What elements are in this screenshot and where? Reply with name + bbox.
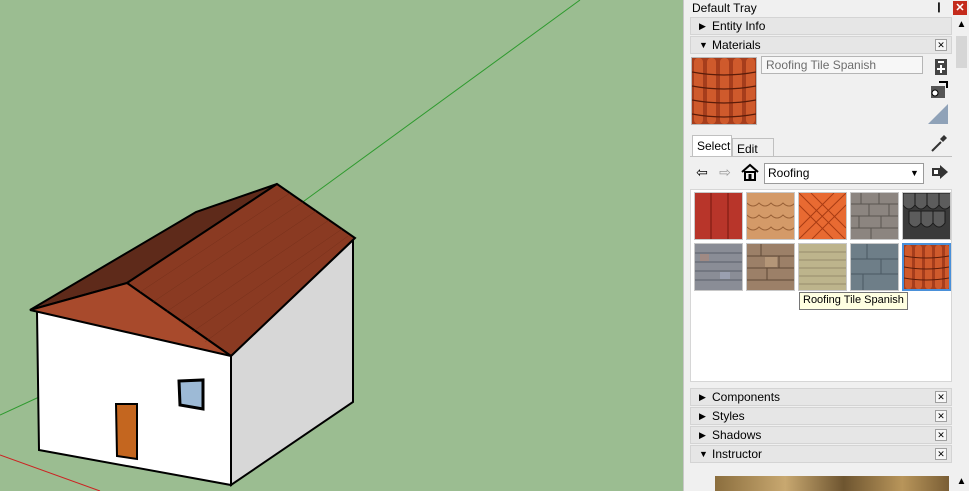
swatch-blue-slate[interactable] xyxy=(850,243,899,291)
beige-cedar-shingle-swatch-icon xyxy=(799,244,846,290)
tray-close-button[interactable]: ✕ xyxy=(953,1,967,15)
panel-styles[interactable]: ▶ Styles ✕ xyxy=(690,407,952,425)
eyedropper-icon[interactable] xyxy=(929,133,949,153)
dark-scalloped-shingle-swatch-icon xyxy=(902,192,952,239)
forward-arrow-icon[interactable]: ⇨ xyxy=(716,163,734,181)
expand-arrow-icon: ▶ xyxy=(699,430,706,440)
tray-title-bar: Default Tray ❙ ✕ xyxy=(688,0,969,16)
material-preview xyxy=(691,57,757,125)
swatch-dark-scalloped[interactable] xyxy=(902,192,952,240)
swatch-orange-diamond-tile[interactable] xyxy=(798,192,847,240)
red-axis xyxy=(0,454,101,491)
tab-select[interactable]: Select xyxy=(692,135,732,157)
spanish-tile-preview-icon xyxy=(691,58,757,124)
sample-paint-icon[interactable] xyxy=(929,80,949,100)
blue-slate-swatch-icon xyxy=(851,244,898,290)
material-name-field[interactable]: Roofing Tile Spanish xyxy=(761,56,923,74)
chevron-down-icon: ▼ xyxy=(910,168,919,178)
default-tray: Default Tray ❙ ✕ ▶ Entity Info ▼ Materia… xyxy=(688,0,969,491)
viewport-scene xyxy=(0,0,581,491)
swatch-tooltip: Roofing Tile Spanish xyxy=(799,292,908,310)
scroll-up-icon[interactable]: ▲ xyxy=(954,475,969,489)
collapse-arrow-icon: ▼ xyxy=(699,40,708,50)
tab-edit[interactable]: Edit xyxy=(732,138,774,156)
spanish-tile-swatch-icon xyxy=(903,245,950,289)
panel-materials[interactable]: ▼ Materials ✕ xyxy=(690,36,952,54)
panel-label: Materials xyxy=(712,38,761,52)
swatch-blue-gray-shingle[interactable] xyxy=(694,243,743,291)
scroll-up-icon[interactable]: ▲ xyxy=(954,18,969,32)
brown-wood-shake-swatch-icon xyxy=(747,244,794,290)
tab-divider xyxy=(690,156,952,157)
panel-label: Styles xyxy=(712,409,745,423)
details-arrow-icon[interactable] xyxy=(930,162,950,182)
panel-label: Entity Info xyxy=(712,19,766,33)
home-icon[interactable] xyxy=(740,162,760,182)
red-metal-roof-swatch-icon xyxy=(695,193,742,239)
tray-scrollbar[interactable]: ▲ ▲ xyxy=(954,16,969,491)
scroll-thumb[interactable] xyxy=(956,36,967,68)
panel-instructor[interactable]: ▼ Instructor ✕ xyxy=(690,445,952,463)
swatch-red-metal-roof[interactable] xyxy=(694,192,743,240)
swatch-beige-cedar[interactable] xyxy=(798,243,847,291)
back-arrow-icon[interactable]: ⇦ xyxy=(693,163,711,181)
panel-shadows[interactable]: ▶ Shadows ✕ xyxy=(690,426,952,444)
panel-label: Components xyxy=(712,390,781,404)
instructor-image xyxy=(715,476,949,491)
swatch-brown-wood-shake[interactable] xyxy=(746,243,795,291)
expand-arrow-icon: ▶ xyxy=(699,411,706,421)
panel-close-button[interactable]: ✕ xyxy=(935,448,947,460)
house-door xyxy=(114,403,138,461)
panel-close-button[interactable]: ✕ xyxy=(935,410,947,422)
swatch-gray-slate[interactable] xyxy=(850,192,899,240)
blue-gray-shingle-swatch-icon xyxy=(695,244,742,290)
panel-close-button[interactable]: ✕ xyxy=(935,39,947,51)
expand-arrow-icon: ▶ xyxy=(699,392,706,402)
panel-label: Shadows xyxy=(712,428,762,442)
collapse-arrow-icon: ▼ xyxy=(699,449,708,459)
tan-fish-scale-shingle-swatch-icon xyxy=(746,193,796,239)
collection-value: Roofing xyxy=(768,166,810,180)
collection-dropdown[interactable]: Roofing ▼ xyxy=(764,163,924,184)
panel-close-button[interactable]: ✕ xyxy=(935,391,947,403)
materials-tabs: Select Edit xyxy=(688,135,952,157)
panel-components[interactable]: ▶ Components ✕ xyxy=(690,388,952,406)
house-window xyxy=(177,378,205,411)
gray-slate-shingle-swatch-icon xyxy=(851,193,898,239)
panel-label: Instructor xyxy=(712,447,763,461)
green-axis xyxy=(299,0,581,205)
default-material-icon[interactable] xyxy=(928,104,948,124)
swatch-tan-fish-scale[interactable] xyxy=(746,192,796,240)
panel-close-button[interactable]: ✕ xyxy=(935,429,947,441)
tray-title: Default Tray xyxy=(692,1,757,15)
expand-arrow-icon: ▶ xyxy=(699,21,706,31)
swatch-spanish-tile[interactable] xyxy=(902,243,951,291)
panel-entity-info[interactable]: ▶ Entity Info xyxy=(690,17,952,35)
drawing-viewport[interactable] xyxy=(0,0,683,491)
material-swatch-grid: Roofing Tile Spanish xyxy=(690,189,952,382)
orange-diamond-tile-swatch-icon xyxy=(798,192,847,240)
create-material-icon[interactable] xyxy=(931,57,951,77)
pin-icon[interactable]: ❙ xyxy=(934,2,944,14)
